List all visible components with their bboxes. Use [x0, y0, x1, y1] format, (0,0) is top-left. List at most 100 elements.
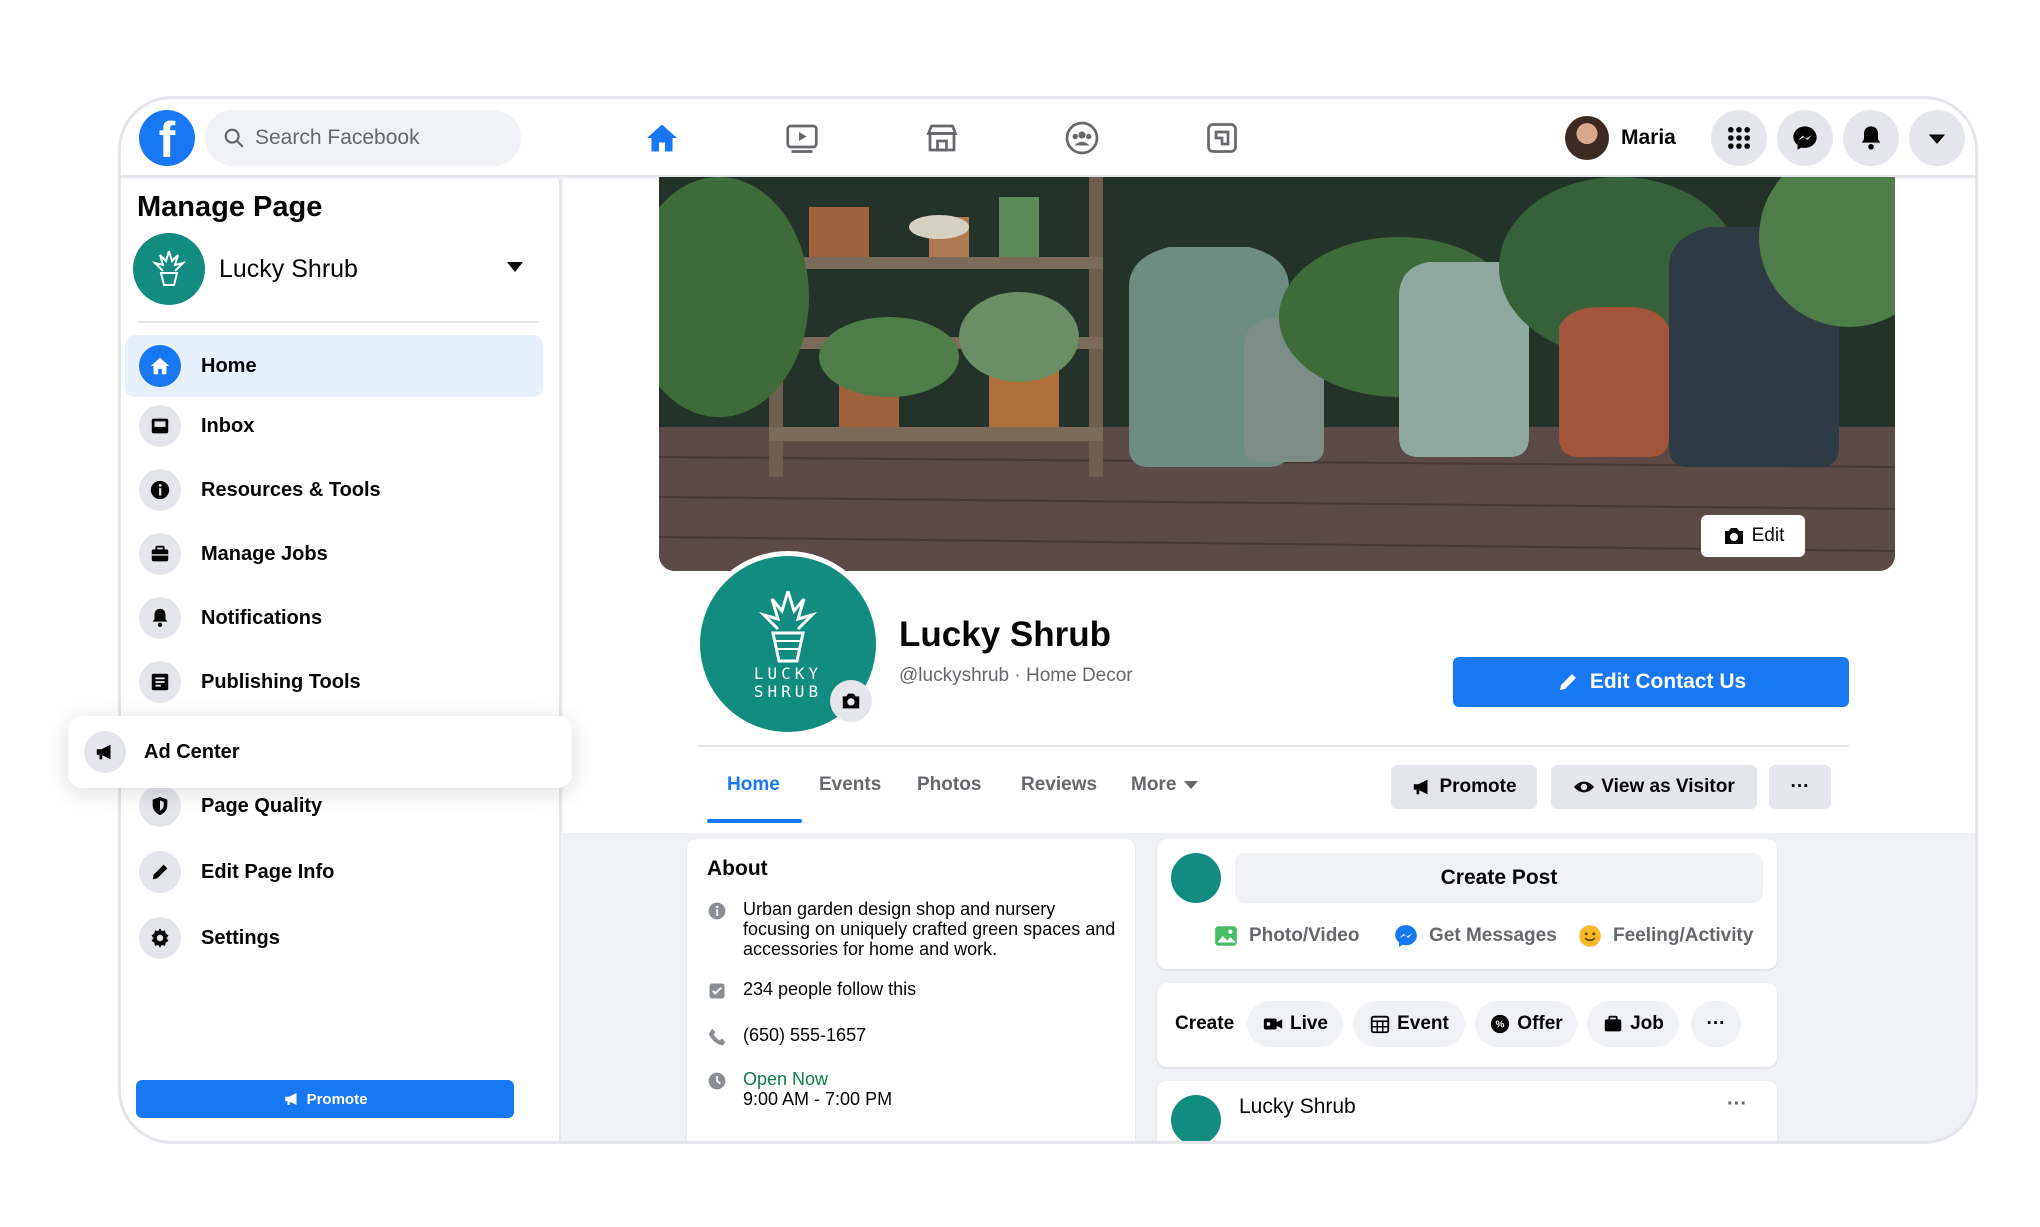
page-switcher[interactable]: Lucky Shrub	[133, 229, 541, 309]
gear-icon	[151, 928, 169, 948]
home-icon	[647, 124, 677, 152]
messenger-icon	[1395, 925, 1417, 947]
sidebar-item-label: Home	[201, 354, 257, 377]
groups-icon	[1065, 121, 1099, 155]
create-offer-chip[interactable]: % Offer	[1475, 1001, 1577, 1047]
briefcase-icon	[151, 545, 169, 562]
camera-icon	[1724, 528, 1743, 544]
sidebar-item-label: Settings	[201, 926, 280, 949]
home-icon	[150, 357, 170, 375]
more-icon: ···	[1706, 1013, 1726, 1034]
messenger-icon	[1793, 126, 1817, 150]
create-post-button[interactable]: Create Post	[1235, 853, 1763, 903]
tab-reviews[interactable]: Reviews	[1021, 753, 1097, 817]
about-followers-row: 234 people follow this	[707, 979, 1123, 1001]
pencil-icon	[1559, 674, 1576, 690]
messenger-button[interactable]	[1777, 110, 1833, 166]
plant-logo-icon	[758, 590, 818, 663]
tab-events[interactable]: Events	[819, 753, 881, 817]
grid-menu-icon	[1728, 127, 1750, 149]
create-live-chip[interactable]: Live	[1247, 1001, 1343, 1047]
phone-number[interactable]: (650) 555-1657	[743, 1025, 1123, 1045]
edit-cover-button[interactable]: Edit	[1701, 515, 1805, 557]
feeling-activity-button[interactable]: Feeling/Activity	[1577, 923, 1753, 949]
nav-tab-gaming[interactable]	[1147, 99, 1297, 177]
megaphone-icon	[1414, 779, 1428, 795]
get-messages-button[interactable]: Get Messages	[1393, 923, 1557, 949]
sidebar-item-manage-jobs[interactable]: Manage Jobs	[125, 523, 543, 585]
pencil-icon	[152, 864, 168, 880]
account-dropdown-button[interactable]	[1909, 110, 1965, 166]
tab-photos[interactable]: Photos	[917, 753, 981, 817]
sidebar-item-label: Notifications	[201, 606, 323, 629]
create-event-chip[interactable]: Event	[1353, 1001, 1465, 1047]
logo-wordmark: LUCKY SHRUB	[753, 664, 823, 701]
nav-tab-marketplace[interactable]	[867, 99, 1017, 177]
view-as-visitor-button[interactable]: View as Visitor	[1551, 765, 1757, 809]
nav-tab-groups[interactable]	[1007, 99, 1157, 177]
sidebar-item-inbox[interactable]: Inbox	[125, 395, 543, 457]
page-profile-picture[interactable]: LUCKY SHRUB	[695, 551, 881, 737]
photo-icon	[1215, 926, 1237, 946]
edit-cover-label: Edit	[1751, 525, 1785, 546]
about-card: About Urban garden design shop and nurse…	[687, 839, 1135, 1141]
gaming-icon	[1207, 123, 1237, 153]
promote-button[interactable]: Promote	[1391, 765, 1537, 809]
photo-video-button[interactable]: Photo/Video	[1213, 923, 1359, 949]
chevron-down-icon	[1928, 134, 1946, 144]
tab-home[interactable]: Home	[707, 753, 802, 823]
change-profile-picture-button[interactable]	[830, 680, 872, 722]
post-menu-icon[interactable]: ···	[1727, 1093, 1747, 1116]
create-bar-card: Create Live Event % Offer Job ···	[1157, 983, 1777, 1067]
menu-button[interactable]	[1711, 110, 1767, 166]
about-description-row: Urban garden design shop and nursery foc…	[707, 899, 1123, 959]
post-author[interactable]: Lucky Shrub	[1239, 1095, 1356, 1119]
sidebar-item-label: Ad Center	[144, 740, 240, 763]
sidebar-item-resources-tools[interactable]: Resources & Tools	[125, 459, 543, 521]
notifications-button[interactable]	[1843, 110, 1899, 166]
video-camera-icon	[1263, 1018, 1283, 1030]
tab-more[interactable]: More	[1131, 753, 1199, 817]
sidebar-item-notifications[interactable]: Notifications	[125, 587, 543, 649]
sidebar-item-publishing-tools[interactable]: Publishing Tools	[125, 651, 543, 713]
info-icon	[150, 480, 170, 500]
camera-icon	[842, 693, 860, 709]
sidebar-item-home[interactable]: Home	[125, 335, 543, 397]
chevron-down-icon	[1184, 781, 1199, 789]
search-input[interactable]	[255, 126, 505, 150]
inbox-icon	[151, 418, 169, 434]
svg-text:%: %	[1496, 1020, 1505, 1031]
nav-tab-watch[interactable]	[727, 99, 877, 177]
sidebar-promote-button[interactable]: Promote	[136, 1080, 514, 1118]
page-avatar-small	[1171, 1095, 1221, 1141]
calendar-icon	[1370, 1015, 1390, 1034]
about-phone-row: (650) 555-1657	[707, 1025, 1123, 1047]
bell-icon	[152, 608, 168, 628]
create-more-chip[interactable]: ···	[1691, 1001, 1741, 1047]
sidebar-item-edit-page-info[interactable]: Edit Page Info	[125, 841, 543, 903]
more-options-button[interactable]: ···	[1769, 765, 1831, 809]
sidebar-item-label: Inbox	[201, 414, 255, 437]
sidebar-item-ad-center[interactable]: Ad Center	[68, 716, 572, 788]
nav-tab-home[interactable]	[587, 99, 737, 177]
marketplace-icon	[926, 124, 958, 152]
sidebar-title: Manage Page	[137, 191, 323, 223]
profile-chip[interactable]: Maria	[1565, 112, 1676, 164]
create-job-chip[interactable]: Job	[1587, 1001, 1679, 1047]
cover-photo-image	[659, 177, 1895, 571]
chevron-down-icon[interactable]	[507, 262, 523, 272]
smiley-icon	[1579, 925, 1601, 947]
about-description: Urban garden design shop and nursery foc…	[743, 899, 1116, 959]
sidebar-item-settings[interactable]: Settings	[125, 907, 543, 969]
plant-logo-icon	[152, 250, 186, 286]
sidebar-item-label: Edit Page Info	[201, 860, 335, 883]
search-bar[interactable]	[205, 110, 521, 166]
watch-icon	[786, 124, 818, 153]
shield-icon	[152, 796, 168, 816]
edit-contact-us-button[interactable]: Edit Contact Us	[1453, 657, 1849, 707]
page-handle: @luckyshrub · Home Decor	[899, 665, 1133, 686]
facebook-logo[interactable]: f	[139, 110, 195, 168]
page-name: Lucky Shrub	[219, 254, 358, 283]
user-name: Maria	[1621, 126, 1676, 149]
feed-post-card: Lucky Shrub ···	[1157, 1081, 1777, 1141]
